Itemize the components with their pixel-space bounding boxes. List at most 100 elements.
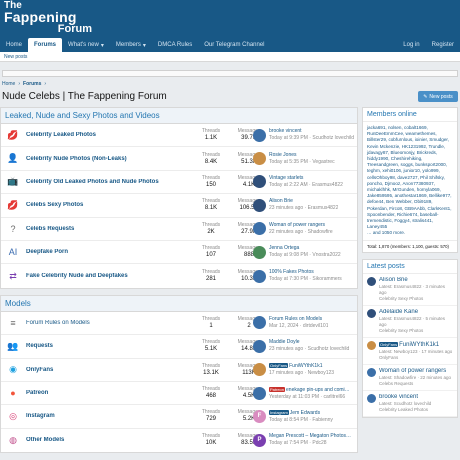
- login-link[interactable]: Log in: [397, 38, 425, 52]
- latest-post-title[interactable]: Alison Brie: [269, 198, 338, 205]
- latest-post-meta: 23 minutes ago · Erasmus4822: [269, 205, 339, 212]
- latest-post-title[interactable]: Woman of power rangers: [269, 222, 333, 229]
- threads-count: 5.1K: [204, 346, 218, 353]
- forum-row: 👤 Celebrity Nude Photos (Non-Leaks) Thre…: [1, 147, 357, 171]
- latest-post-title[interactable]: brooke vincent: [269, 128, 354, 135]
- threads-label: Threads: [201, 269, 221, 276]
- avatar[interactable]: [253, 152, 266, 166]
- forum-title[interactable]: Celebs Requests: [26, 226, 196, 232]
- latest-post-forum[interactable]: Celebrity Sexy Photos: [379, 328, 453, 334]
- nav-forums[interactable]: Forums: [28, 38, 63, 52]
- ball-icon: ◍: [9, 434, 17, 445]
- avatar[interactable]: [253, 175, 266, 189]
- avatar[interactable]: [367, 340, 376, 350]
- section-title[interactable]: Models: [1, 295, 357, 312]
- avatar[interactable]: [253, 245, 266, 259]
- breadcrumb-home[interactable]: Home: [2, 81, 15, 87]
- latest-post-title[interactable]: brooke vincent: [379, 394, 431, 401]
- forum-row: ◎ Instagram Threads 729 Messages 5.2K F In…: [1, 405, 357, 429]
- avatar-letter: F: [257, 413, 262, 420]
- latest-post-title[interactable]: OnlyFans FuniWYthK1k1: [269, 362, 334, 370]
- latest-post-title[interactable]: Forum Rules on Models: [269, 316, 328, 323]
- latest-post: 100% Fakes Photos Today at 7:30 PM · Sik…: [253, 269, 357, 283]
- forum-title[interactable]: Other Models: [26, 437, 196, 443]
- new-posts-button[interactable]: ✎ New posts: [418, 91, 458, 102]
- avatar[interactable]: P: [253, 433, 266, 447]
- threads-stat: Threads 1.1K: [196, 128, 226, 142]
- threads-stat: Threads 8.4K: [196, 152, 226, 166]
- avatar[interactable]: [367, 367, 376, 377]
- sidebar: Members online jacka691, nolsen, cobalt1…: [362, 107, 458, 424]
- forum-title[interactable]: OnlyFans: [26, 367, 196, 373]
- latest-posts-title[interactable]: Latest posts: [363, 260, 457, 274]
- nav-home[interactable]: Home: [0, 38, 28, 52]
- avatar[interactable]: F: [253, 409, 266, 423]
- latest-post-text: Alison Brie 23 minutes ago · Erasmus4822: [269, 198, 338, 212]
- latest-post-forum[interactable]: Celebrity Leaked Photos: [379, 407, 431, 413]
- forum-title[interactable]: Deepfake Porn: [26, 249, 196, 255]
- avatar[interactable]: [253, 198, 266, 212]
- avatar[interactable]: [253, 269, 266, 283]
- members-online-list: jacka691, nolsen, cobalt1669, RunDeeEmmC…: [363, 122, 457, 240]
- avatar[interactable]: [253, 339, 266, 353]
- forum-title[interactable]: Celebrity Leaked Photos: [26, 132, 196, 138]
- forum-title[interactable]: Fake Celebrity Nude and Deepfakes: [26, 273, 196, 279]
- members-online-title[interactable]: Members online: [363, 108, 457, 122]
- forum-title[interactable]: Celebs Sexy Photos: [26, 202, 196, 208]
- avatar[interactable]: [253, 128, 266, 142]
- latest-post-title-text: Vintage starlets: [269, 174, 304, 181]
- avatar[interactable]: [367, 308, 376, 318]
- latest-post-title[interactable]: Maddie Doyle: [269, 339, 349, 346]
- nav-whats-new[interactable]: What's new ▾: [62, 38, 110, 52]
- latest-post-title[interactable]: Jenna Ortega: [269, 245, 341, 252]
- threads-count: 10K: [205, 440, 217, 447]
- latest-post-text: Vintage starlets Today at 2:22 AM · Eras…: [269, 175, 343, 189]
- subnav-new-posts[interactable]: New posts: [4, 54, 27, 60]
- threads-count: 729: [205, 416, 216, 423]
- members-online-names[interactable]: jacka691, nolsen, cobalt1669, RunDeeEmmC…: [367, 125, 452, 229]
- nav-members[interactable]: Members ▾: [110, 38, 152, 52]
- threads-label: Threads: [201, 198, 221, 205]
- forum-title[interactable]: Requests: [26, 343, 196, 349]
- forum-row: 👥 Requests Threads 5.1K Messages 14.8K Mad…: [1, 335, 357, 359]
- avatar[interactable]: [253, 316, 266, 330]
- latest-post-title[interactable]: Adelaide Kane: [379, 309, 453, 316]
- nav-dmca[interactable]: DMCA Rules: [152, 38, 198, 52]
- latest-post-title[interactable]: Patreon enekage pin-ups and comi…: [269, 386, 350, 394]
- latest-post-forum[interactable]: OnlyFans: [379, 355, 452, 361]
- breadcrumb-forums[interactable]: Forums: [23, 81, 41, 87]
- threads-label: Threads: [201, 315, 221, 322]
- threads-count: 8.4K: [204, 158, 218, 165]
- latest-post-meta: Today at 9:08 PM · Vnostra2022: [269, 252, 341, 259]
- forum-title[interactable]: Instagram: [26, 413, 196, 419]
- avatar[interactable]: [253, 222, 266, 236]
- latest-post-title[interactable]: 100% Fakes Photos: [269, 269, 342, 276]
- register-link[interactable]: Register: [426, 38, 460, 52]
- latest-post-forum[interactable]: Celebs Requests: [379, 381, 451, 387]
- forum-title[interactable]: Celebrity Nude Photos (Non-Leaks): [26, 156, 196, 162]
- latest-post-title[interactable]: OnlyFans FuniWYthK1k1: [379, 341, 452, 349]
- avatar[interactable]: [367, 276, 376, 286]
- forum-title[interactable]: Celebrity Old Leaked Photos and Nude Pho…: [26, 179, 196, 185]
- latest-post-forum[interactable]: Celebrity Sexy Photos: [379, 296, 453, 302]
- avatar[interactable]: [253, 386, 266, 400]
- site-logo[interactable]: The Fappening Forum: [4, 1, 96, 37]
- latest-post: Forum Rules on Models Mar 12, 2024 · dir…: [253, 316, 357, 330]
- latest-post-title[interactable]: Woman of power rangers: [379, 368, 451, 375]
- latest-post-title[interactable]: Rosie Jones: [269, 152, 335, 159]
- forum-title[interactable]: Patreon: [26, 390, 196, 396]
- nav-telegram[interactable]: Our Telegram Channel: [198, 38, 270, 52]
- members-online-more[interactable]: … and 1050 more.: [367, 230, 453, 236]
- forum-title[interactable]: Forum Rules on Models: [26, 320, 196, 326]
- section-title[interactable]: Leaked, Nude and Sexy Photos and Videos: [1, 108, 357, 124]
- avatar[interactable]: [253, 363, 266, 377]
- forum-row: ● Patreon Threads 468 Messages 4.5K Patreo…: [1, 382, 357, 406]
- latest-post-title[interactable]: Megan Prescott – Megaton Photos…: [269, 433, 351, 440]
- avatar[interactable]: [367, 393, 376, 403]
- latest-post-text: Alison Brie Latest: Erasmus4822 · 3 minu…: [379, 277, 453, 302]
- latest-post-title[interactable]: Instagram Jem Edwards: [269, 409, 333, 417]
- latest-post-text: Patreon enekage pin-ups and comi… Yesterd…: [269, 386, 350, 401]
- latest-post-title[interactable]: Vintage starlets: [269, 175, 343, 182]
- latest-post-title[interactable]: Alison Brie: [379, 277, 453, 284]
- threads-label: Threads: [201, 386, 221, 393]
